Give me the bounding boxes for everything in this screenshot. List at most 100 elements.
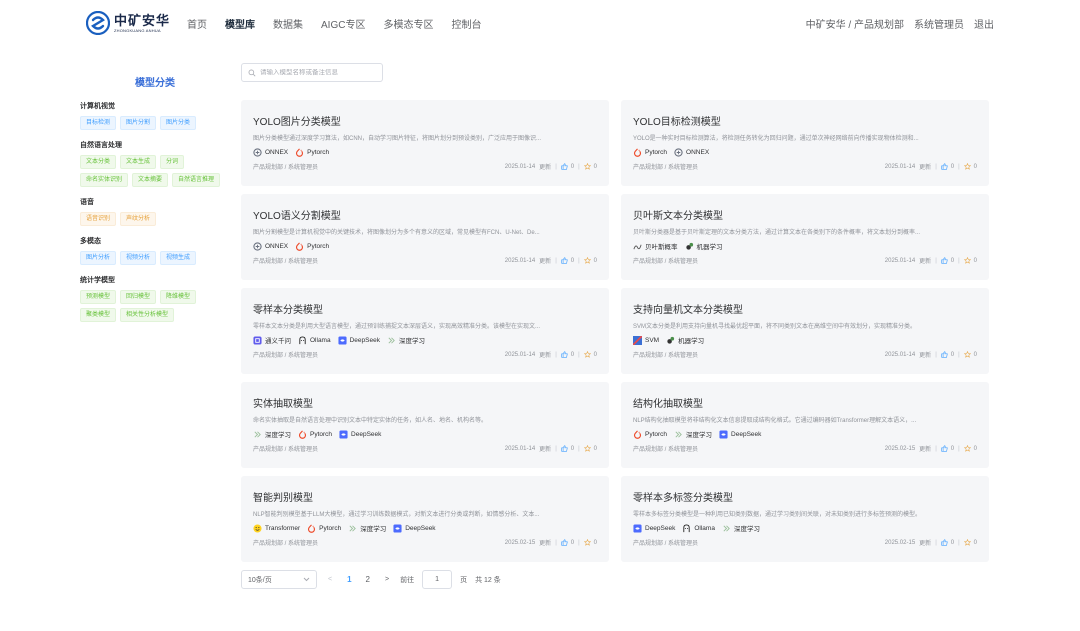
category-tag[interactable]: 回归模型 [120,290,157,304]
model-card[interactable]: 零样本多标签分类模型 零样本多标签分类模型是一种利用已知类别数据，通过学习类别间… [621,476,989,562]
category-tag[interactable]: 降维模型 [160,290,197,304]
card-footer: 产品规划部 / 系统管理员 2025.01-14 更新 | 0 | 0 [633,256,977,265]
favorite-button[interactable]: 0 [963,539,977,546]
nav-item[interactable]: AIGC专区 [321,16,365,31]
category-group: 计算机视觉目标检测 图片分割 图片分类 [80,101,230,130]
model-title[interactable]: 贝叶斯文本分类模型 [633,207,977,222]
model-card[interactable]: 实体抽取模型 命名实体抽取是自然语言处理中识别文本中特定实体的任务，如人名、地名… [241,382,609,468]
category-tag[interactable]: 文本摘要 [132,173,169,187]
goto-page-input[interactable] [422,570,453,589]
model-description: 零样本文本分类是利用大型语言模型，通过预训练捕捉文本深层语义，实现高效精准分类。… [253,324,541,330]
model-title[interactable]: 智能判别模型 [253,489,597,504]
card-meta: 2025.02-15 更新 | 0 | 0 [885,538,977,547]
model-tag: ONNEX [253,147,288,157]
favorite-button[interactable]: 0 [963,163,977,170]
model-card[interactable]: YOLO语义分割模型 图片分割模型是计算机视觉中的关键技术，将图像划分为多个有意… [241,194,609,280]
main-nav: 首页 模型库 数据集 AIGC专区 多模态专区 控制台 [187,16,499,31]
like-button[interactable]: 0 [561,257,574,264]
category-tag[interactable]: 视频生成 [160,251,197,265]
model-title[interactable]: 零样本分类模型 [253,301,597,316]
ml-icon [666,336,675,345]
like-button[interactable]: 0 [941,351,954,358]
model-title[interactable]: YOLO目标检测模型 [633,113,977,128]
org-link[interactable]: 中矿安华 / 产品规划部 [806,16,904,31]
model-card[interactable]: YOLO图片分类模型 图片分类模型通过深度学习算法，如CNN，自动学习图片特征，… [241,100,609,186]
category-name: 计算机视觉 [80,103,115,110]
model-title[interactable]: YOLO语义分割模型 [253,207,597,222]
model-card[interactable]: 结构化抽取模型 NLP结构化抽取模型将非结构化文本信息提取成结构化格式。它通过编… [621,382,989,468]
favorite-button[interactable]: 0 [963,351,977,358]
favorite-button[interactable]: 0 [963,257,977,264]
like-button[interactable]: 0 [561,163,574,170]
model-title[interactable]: YOLO图片分类模型 [253,113,597,128]
model-title[interactable]: 支持向量机文本分类模型 [633,301,977,316]
model-tag: 深度学习 [387,335,425,345]
model-title[interactable]: 结构化抽取模型 [633,395,977,410]
next-page-button[interactable]: > [382,576,392,583]
pytorch-icon [307,524,316,533]
category-tag[interactable]: 相关性分析模型 [120,308,175,322]
like-button[interactable]: 0 [941,163,954,170]
card-footer: 产品规划部 / 系统管理员 2025.02-15 更新 | 0 | 0 [633,444,977,453]
category-tag[interactable]: 图片分析 [80,251,117,265]
favorite-button[interactable]: 0 [583,163,597,170]
page-size-select[interactable]: 10条/页 [241,570,317,589]
logo[interactable]: 中矿安华 ZHONGKUANG ANHUA [86,11,170,35]
like-button[interactable]: 0 [561,445,574,452]
prev-page-button[interactable]: < [325,576,335,583]
favorite-button[interactable]: 0 [583,351,597,358]
favorite-button[interactable]: 0 [583,257,597,264]
nav-item[interactable]: 控制台 [451,16,481,31]
like-button[interactable]: 0 [561,351,574,358]
model-tag: SVM [632,334,660,346]
nav-item[interactable]: 多模态专区 [383,16,433,31]
search-input[interactable] [260,69,380,76]
divider: | [935,445,937,452]
model-card[interactable]: 贝叶斯文本分类模型 贝叶斯分类器是基于贝叶斯定理的文本分类方法，通过计算文本在各… [621,194,989,280]
favorite-button[interactable]: 0 [583,445,597,452]
category-tag[interactable]: 文本生成 [120,155,157,169]
thumbs-up-icon [561,445,568,452]
model-card[interactable]: 零样本分类模型 零样本文本分类是利用大型语言模型，通过预训练捕捉文本深层语义，实… [241,288,609,374]
model-title[interactable]: 零样本多标签分类模型 [633,489,977,504]
category-tag[interactable]: 自然语言推理 [172,173,221,187]
category-tag[interactable]: 视频分析 [120,251,157,265]
nav-item[interactable]: 首页 [187,16,207,31]
page-number[interactable]: 2 [362,575,374,584]
nav-item[interactable]: 模型库 [225,16,255,31]
model-tag-label: Transformer [265,524,301,532]
category-tag[interactable]: 预测模型 [80,290,117,304]
model-title[interactable]: 实体抽取模型 [253,395,597,410]
model-card[interactable]: 支持向量机文本分类模型 SVM文本分类是利用支持向量机寻找最优超平面，将不同类别… [621,288,989,374]
model-card[interactable]: 智能判别模型 NLP智能判别模型基于LLM大模型，通过学习训练数据模式，对新文本… [241,476,609,562]
model-author: 产品规划部 / 系统管理员 [633,259,699,265]
category-tag[interactable]: 图片分类 [160,116,197,130]
logout-link[interactable]: 退出 [974,16,994,31]
favorite-button[interactable]: 0 [583,539,597,546]
search-box[interactable] [241,63,383,82]
category-name: 自然语言处理 [80,142,122,149]
like-button[interactable]: 0 [941,257,954,264]
favorite-button[interactable]: 0 [963,445,977,452]
like-button[interactable]: 0 [561,539,574,546]
like-button[interactable]: 0 [941,445,954,452]
category-tag[interactable]: 命名实体识别 [80,173,129,187]
model-tag-label: SVM [645,336,660,344]
user-name[interactable]: 系统管理员 [914,16,964,31]
model-card[interactable]: YOLO目标检测模型 YOLO是一种实时目标检测算法，将检测任务转化为回归问题，… [621,100,989,186]
nav-item[interactable]: 数据集 [273,16,303,31]
category-tag[interactable]: 文本分类 [80,155,117,169]
category-group: 多模态 图片分析 视频分析 视频生成 [80,236,230,265]
update-label: 更新 [919,447,932,453]
category-tag[interactable]: 语音识别 [80,212,117,226]
category-tag[interactable]: 图片分割 [120,116,157,130]
model-tag-label: Pytorch [645,148,668,156]
logo-icon [86,11,110,35]
category-tag[interactable]: 目标检测 [80,116,117,130]
like-button[interactable]: 0 [941,539,954,546]
category-tag[interactable]: 声纹分析 [120,212,157,226]
category-tag[interactable]: 分词 [160,155,185,169]
page-number[interactable]: 1 [343,575,355,584]
category-tag[interactable]: 聚类模型 [80,308,117,322]
onnx-icon [674,147,683,157]
